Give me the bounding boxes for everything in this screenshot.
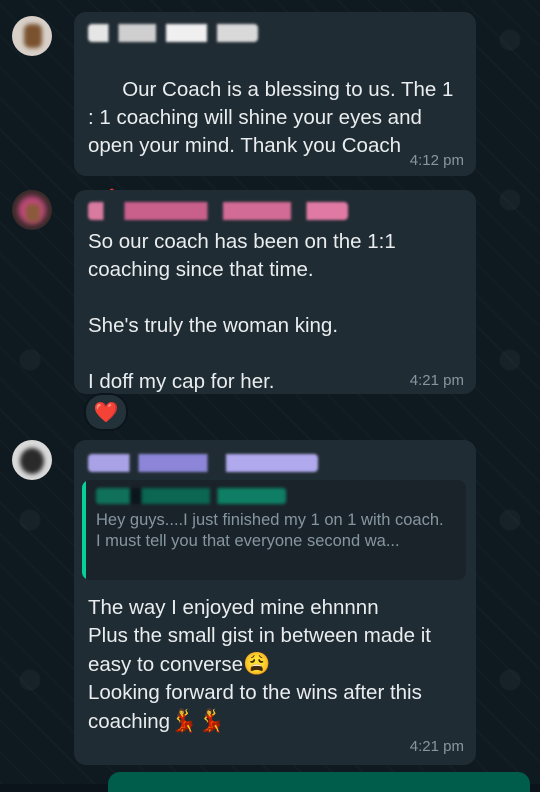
next-message-bubble[interactable] — [108, 772, 530, 792]
reaction-badge[interactable]: ❤️ — [84, 393, 128, 431]
timestamp: 4:21 pm — [409, 738, 464, 755]
timestamp: 4:21 pm — [409, 372, 464, 389]
quoted-sender-redacted — [96, 488, 286, 504]
weary-face-emoji: 😩 — [242, 651, 271, 676]
message-text: So our coach has been on the 1:1 coachin… — [88, 230, 396, 393]
heart-icon: ❤️ — [93, 401, 119, 424]
message-bubble[interactable]: So our coach has been on the 1:1 coachin… — [74, 190, 476, 394]
sender-name-redacted[interactable] — [88, 24, 258, 42]
avatar[interactable] — [12, 440, 52, 480]
quote-accent-bar — [82, 480, 86, 580]
message-bubble[interactable]: Hey guys....I just finished my 1 on 1 wi… — [74, 440, 476, 765]
avatar[interactable] — [12, 16, 52, 56]
timestamp: 4:12 pm — [409, 152, 464, 169]
sender-name-redacted[interactable] — [88, 202, 348, 220]
dancing-emoji: 💃💃 — [170, 708, 225, 733]
quoted-text: Hey guys....I just finished my 1 on 1 wi… — [96, 511, 444, 550]
message-bubble[interactable]: Our Coach is a blessing to us. The 1 : 1… — [74, 12, 476, 214]
message-text: The way I enjoyed mine ehnnnn Plus the s… — [88, 596, 431, 733]
avatar[interactable] — [12, 190, 52, 230]
quoted-message[interactable]: Hey guys....I just finished my 1 on 1 wi… — [82, 480, 466, 580]
sender-name-redacted[interactable] — [88, 454, 318, 472]
